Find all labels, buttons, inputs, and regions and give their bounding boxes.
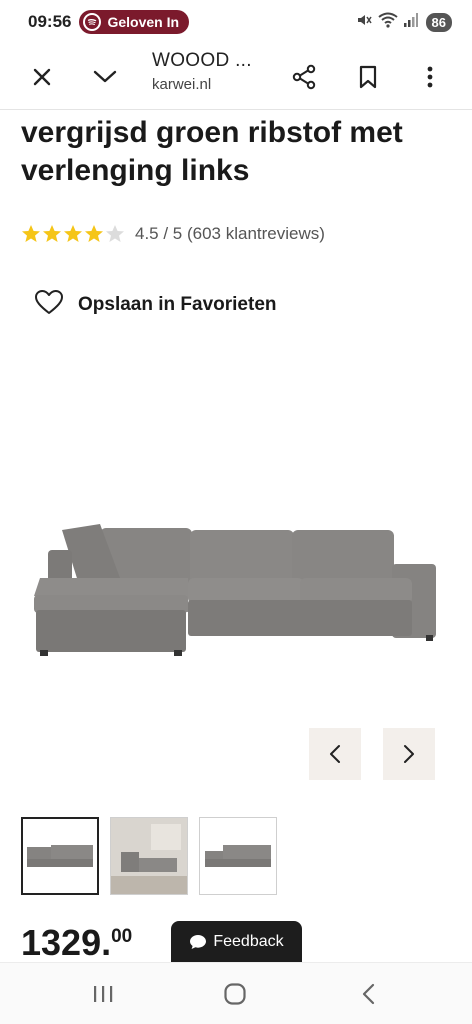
sofa-illustration xyxy=(34,524,436,656)
page-title: WOOOD ... xyxy=(152,50,252,71)
spotify-icon xyxy=(83,13,102,31)
thumbnail-2[interactable] xyxy=(110,817,188,895)
status-icons: 86 xyxy=(356,12,452,33)
back-icon[interactable] xyxy=(343,969,393,1019)
close-icon[interactable] xyxy=(20,55,64,99)
media-pill[interactable]: Geloven In xyxy=(79,10,190,34)
star-empty-icon xyxy=(106,225,124,242)
star-full-icon xyxy=(22,225,40,242)
home-icon[interactable] xyxy=(210,969,260,1019)
page-url: karwei.nl xyxy=(152,76,212,93)
heart-icon xyxy=(34,289,64,320)
browser-toolbar: WOOOD ... karwei.nl xyxy=(0,44,472,110)
favorite-label: Opslaan in Favorieten xyxy=(78,293,277,315)
wifi-icon xyxy=(377,12,398,33)
thumbnail-3[interactable] xyxy=(199,817,277,895)
chevron-left-icon xyxy=(330,745,340,763)
share-icon[interactable] xyxy=(282,55,326,99)
page-title-block[interactable]: WOOOD ... karwei.nl xyxy=(152,50,252,93)
media-label: Geloven In xyxy=(107,14,180,30)
bookmark-icon[interactable] xyxy=(346,55,390,99)
previous-image-button[interactable] xyxy=(309,728,361,780)
save-favorite-button[interactable]: Opslaan in Favorieten xyxy=(34,289,277,320)
price-main: 1329. xyxy=(21,922,112,963)
rating-text: 4.5 / 5 (603 klantreviews) xyxy=(135,224,325,243)
rating-stars xyxy=(21,224,125,244)
more-options-icon[interactable] xyxy=(408,55,452,99)
mute-icon xyxy=(356,12,372,33)
star-full-icon xyxy=(64,225,82,242)
star-full-icon xyxy=(85,225,103,242)
thumbnail-1[interactable] xyxy=(21,817,99,895)
battery-indicator: 86 xyxy=(425,12,452,32)
status-bar: 09:56 Geloven In 86 xyxy=(0,0,472,44)
signal-icon xyxy=(403,12,418,32)
chat-bubble-icon xyxy=(190,935,207,949)
feedback-label: Feedback xyxy=(213,933,284,950)
image-thumbnails xyxy=(21,817,277,895)
product-title: vergrijsd groen ribstof met verlenging l… xyxy=(21,116,403,187)
product-image[interactable] xyxy=(0,330,472,730)
system-navigation-bar xyxy=(0,962,472,1024)
price-cents: 00 xyxy=(111,926,133,947)
product-rating[interactable]: 4.5 / 5 (603 klantreviews) xyxy=(21,224,325,244)
recent-apps-icon[interactable] xyxy=(78,969,128,1019)
star-full-icon xyxy=(43,225,61,242)
feedback-button[interactable]: Feedback xyxy=(171,921,302,963)
product-price: 1329. 00 xyxy=(21,922,132,964)
next-image-button[interactable] xyxy=(383,728,435,780)
chevron-right-icon xyxy=(404,745,414,763)
chevron-down-icon[interactable] xyxy=(83,55,127,99)
status-time: 09:56 xyxy=(28,12,72,31)
